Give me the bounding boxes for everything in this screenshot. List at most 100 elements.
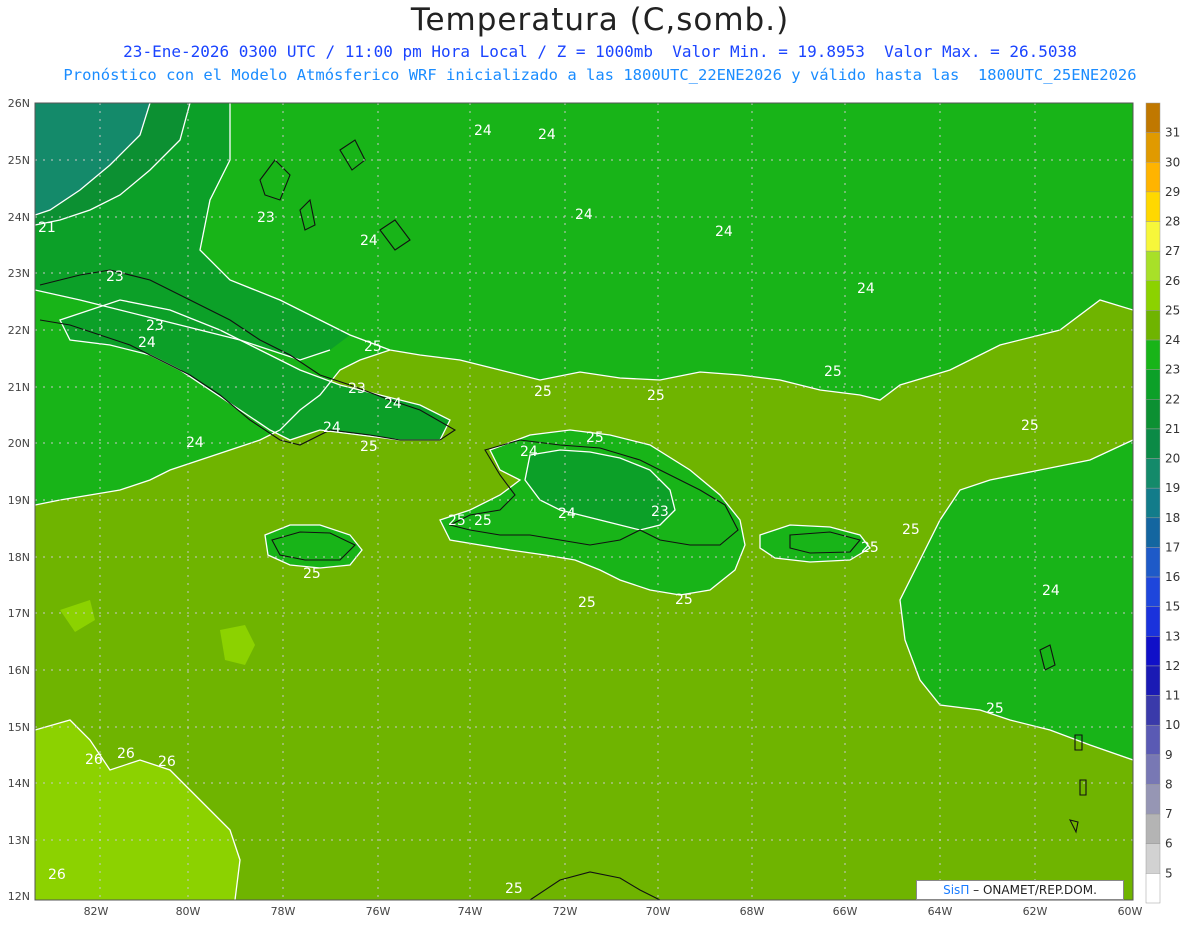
color-bar-swatch (1145, 606, 1161, 637)
contour-label: 25 (364, 339, 382, 355)
color-bar-swatch (1145, 784, 1161, 815)
color-bar-label: 7 (1165, 807, 1173, 821)
contour-label: 25 (647, 388, 665, 404)
contour-label: 23 (257, 210, 275, 226)
contour-label: 25 (578, 595, 596, 611)
contour-label: 24 (558, 506, 576, 522)
color-bar-labels: 31 30 29 28 27 26 25 24 23 22 21 20 19 18 17 16 15 13 12 11… (1165, 126, 1180, 881)
lon-label: 70W (646, 905, 671, 918)
color-bar-label: 18 (1165, 511, 1180, 525)
color-bar-label: 23 (1165, 363, 1180, 377)
color-bar-label: 9 (1165, 748, 1173, 762)
color-bar-label: 19 (1165, 481, 1180, 495)
color-bar-label: 24 (1165, 333, 1180, 347)
color-bar-label: 5 (1165, 866, 1173, 880)
credit-box: SisΠ – ONAMET/REP.DOM. (916, 880, 1124, 900)
color-bar-label: 31 (1165, 126, 1180, 140)
contour-label: 23 (106, 269, 124, 285)
lon-label: 82W (84, 905, 109, 918)
color-bar-swatch (1145, 487, 1161, 519)
color-bar-swatch (1145, 813, 1161, 844)
contour-label: 25 (534, 384, 552, 400)
contour-label: 25 (360, 439, 378, 455)
contour-label: 26 (158, 754, 176, 770)
color-bar-label: 20 (1165, 452, 1180, 466)
lon-label: 74W (458, 905, 483, 918)
contour-label: 26 (85, 752, 103, 768)
color-bar-label: 8 (1165, 777, 1173, 791)
contour-label: 24 (857, 281, 875, 297)
contour-label: 23 (146, 318, 164, 334)
color-bar-swatch (1145, 339, 1161, 370)
contour-label: 25 (861, 540, 879, 556)
latitude-axis: 26N 25N 24N 23N 22N 21N 20N 19N 18N 17N … (8, 97, 30, 903)
contour-label: 25 (675, 592, 693, 608)
contour-label: 23 (651, 504, 669, 520)
lat-label: 22N (8, 324, 30, 337)
lon-label: 64W (928, 905, 953, 918)
map-canvas: 24 24 21 23 24 24 24 24 23 23 24 25 23 2… (8, 97, 1181, 918)
contour-label: 26 (48, 867, 66, 883)
color-bar-swatch (1145, 665, 1161, 696)
contour-label: 24 (360, 233, 378, 249)
contour-label: 24 (384, 396, 402, 412)
lat-label: 19N (8, 494, 30, 507)
lat-label: 14N (8, 777, 30, 790)
color-bar-label: 16 (1165, 570, 1180, 584)
color-bar-swatch (1145, 843, 1161, 874)
contour-label: 24 (1042, 583, 1060, 599)
color-bar-label: 27 (1165, 244, 1180, 258)
lat-label: 26N (8, 97, 30, 110)
lon-label: 78W (271, 905, 296, 918)
contour-label: 25 (824, 364, 842, 380)
contour-label: 25 (902, 522, 920, 538)
color-bar-label: 21 (1165, 422, 1180, 436)
contour-label: 24 (323, 420, 341, 436)
contour-label: 24 (186, 435, 204, 451)
color-bar-swatch (1145, 399, 1161, 430)
contour-label: 24 (138, 335, 156, 351)
sispi-logo: SisΠ (943, 883, 970, 897)
lat-label: 16N (8, 664, 30, 677)
lat-label: 20N (8, 437, 30, 450)
color-bar (1145, 102, 1161, 904)
color-bar-swatch (1145, 517, 1161, 548)
color-bar-label: 17 (1165, 540, 1180, 554)
contour-label: 25 (586, 430, 604, 446)
color-bar-label: 26 (1165, 274, 1180, 288)
color-bar-swatch (1145, 310, 1161, 341)
color-bar-label: 30 (1165, 155, 1180, 169)
color-bar-label: 10 (1165, 718, 1180, 732)
lat-label: 12N (8, 890, 30, 903)
lat-label: 17N (8, 607, 30, 620)
longitude-axis: 82W 80W 78W 76W 74W 72W 70W 68W 66W 64W … (84, 905, 1143, 918)
color-bar-label: 6 (1165, 837, 1173, 851)
color-bar-swatch (1145, 724, 1161, 756)
color-bar-swatch (1145, 132, 1161, 163)
color-bar-label: 28 (1165, 215, 1180, 229)
lon-label: 66W (833, 905, 858, 918)
color-bar-swatch (1145, 280, 1161, 311)
color-bar-swatch (1145, 191, 1161, 222)
lon-label: 76W (366, 905, 391, 918)
color-bar-swatch (1145, 754, 1161, 785)
color-bar-label: 25 (1165, 303, 1180, 317)
color-bar-swatch (1145, 547, 1161, 578)
lat-label: 25N (8, 154, 30, 167)
color-bar-label: 13 (1165, 629, 1180, 643)
color-bar-swatch (1145, 636, 1161, 667)
color-bar-label: 15 (1165, 600, 1180, 614)
contour-label: 24 (575, 207, 593, 223)
color-bar-label: 29 (1165, 185, 1180, 199)
color-bar-label: 22 (1165, 392, 1180, 406)
contour-label: 25 (303, 566, 321, 582)
contour-label: 25 (1021, 418, 1039, 434)
lon-label: 62W (1023, 905, 1048, 918)
contour-label: 23 (348, 381, 366, 397)
lon-label: 72W (553, 905, 578, 918)
contour-label: 24 (715, 224, 733, 240)
color-bar-swatch (1145, 250, 1161, 282)
contour-label: 24 (474, 123, 492, 139)
contour-label: 25 (986, 701, 1004, 717)
lon-label: 60W (1118, 905, 1143, 918)
